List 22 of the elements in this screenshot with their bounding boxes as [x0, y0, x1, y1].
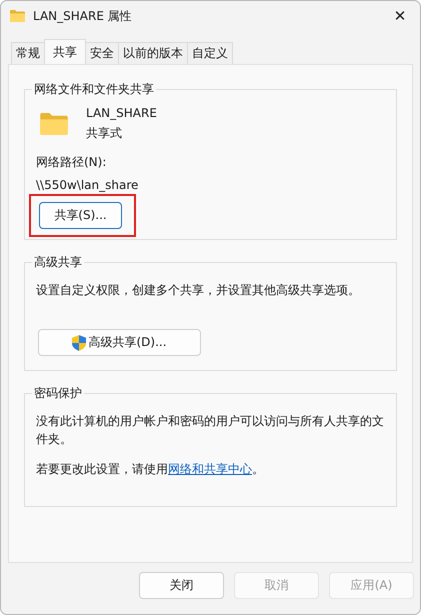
tab[interactable]: 共享	[44, 39, 86, 64]
dialog-button[interactable]: 关闭	[139, 572, 224, 599]
folder-icon	[40, 113, 68, 135]
close-button[interactable]: ✕	[385, 2, 415, 30]
tab[interactable]: 常规	[11, 42, 45, 64]
group-title: 高级共享	[33, 254, 83, 271]
description-text: 设置自定义权限，创建多个共享，并设置其他高级共享选项。	[36, 282, 360, 299]
path-label: 网络路径(N):	[36, 154, 106, 171]
tab[interactable]: 自定义	[187, 42, 233, 64]
group-title: 密码保护	[33, 385, 83, 402]
network-path: \\550w\lan_share	[36, 178, 138, 192]
share-status: 共享式	[86, 125, 123, 142]
description-text: 没有此计算机的用户帐户和密码的用户可以访问与所有人共享的文件夹。	[36, 413, 385, 448]
shield-icon	[72, 334, 86, 350]
share-button[interactable]: 共享(S)...	[39, 202, 122, 229]
folder-name: LAN_SHARE	[86, 106, 157, 120]
advanced-sharing-button[interactable]: 高级共享(D)...	[38, 329, 201, 356]
window-title: LAN_SHARE 属性	[33, 8, 132, 24]
folder-icon	[10, 10, 25, 22]
instruction-text: 若要更改此设置，请使用网络和共享中心。	[36, 461, 264, 478]
group-title: 网络文件和文件夹共享	[33, 81, 155, 98]
network-center-link[interactable]: 网络和共享中心	[168, 462, 252, 476]
